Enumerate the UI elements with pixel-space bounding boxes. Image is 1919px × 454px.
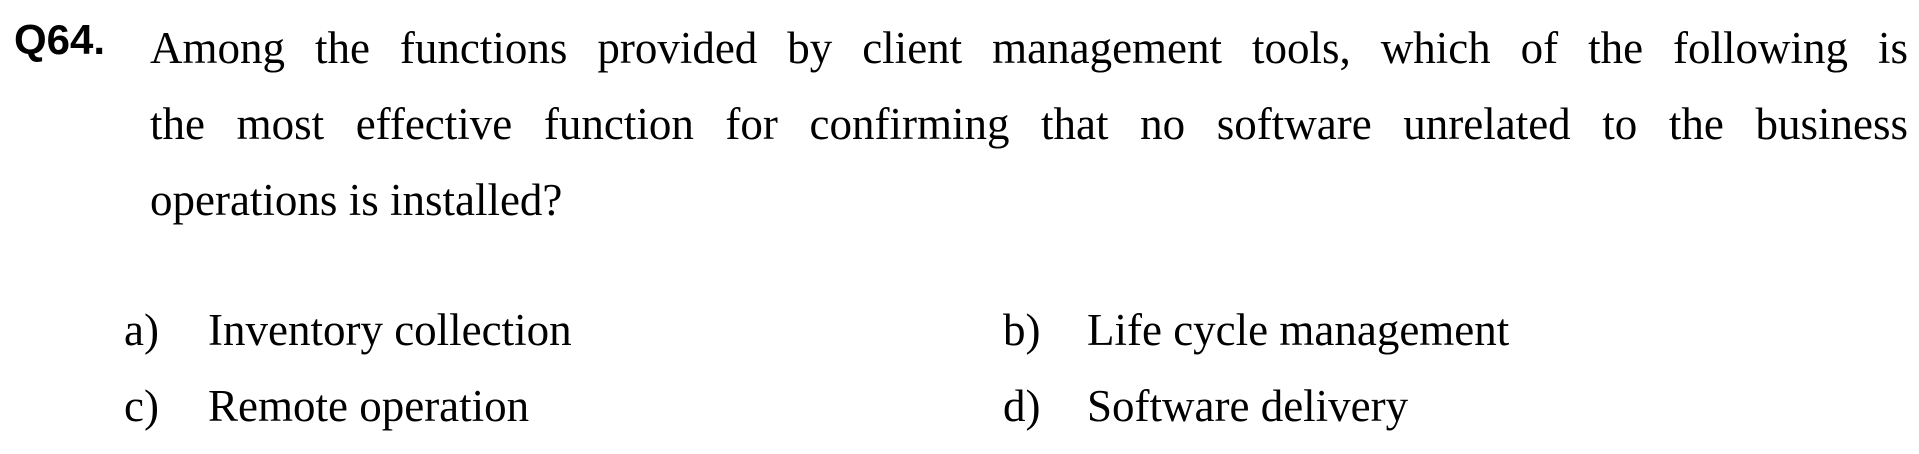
choice-letter: c) <box>124 381 159 431</box>
question-stem: Among the functions provided by client m… <box>150 10 1908 238</box>
choice-letter: d) <box>1003 381 1041 431</box>
choice-a[interactable]: a) Inventory collection <box>124 300 572 360</box>
choice-d[interactable]: d) Software delivery <box>1003 376 1408 436</box>
choice-text: Software delivery <box>1087 381 1409 431</box>
choice-text: Inventory collection <box>208 305 572 355</box>
question-number: Q64. <box>14 16 106 63</box>
choice-letter: a) <box>124 305 159 355</box>
choice-text: Life cycle management <box>1087 305 1510 355</box>
choice-c[interactable]: c) Remote operation <box>124 376 529 436</box>
question-stem-line: operations is installed? <box>150 175 563 225</box>
choice-letter: b) <box>1003 305 1041 355</box>
question-block: Q64. Among the functions provided by cli… <box>0 0 1919 454</box>
choice-text: Remote operation <box>208 381 530 431</box>
choice-b[interactable]: b) Life cycle management <box>1003 300 1509 360</box>
question-stem-line: the most effective function for confirmi… <box>150 99 1908 149</box>
question-stem-line: Among the functions provided by client m… <box>150 23 1908 73</box>
